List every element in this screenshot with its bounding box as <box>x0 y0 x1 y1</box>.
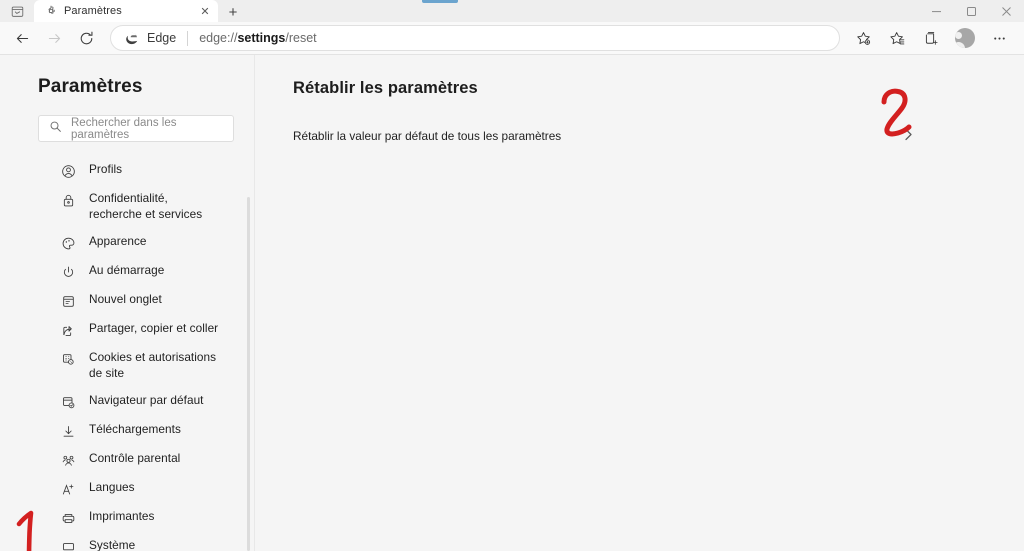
search-input[interactable]: Rechercher dans les paramètres <box>38 115 234 142</box>
sidebar-item-imprimantes[interactable]: Imprimantes <box>20 503 234 532</box>
sidebar-item-cookies[interactable]: Cookies et autorisations de site <box>20 344 234 387</box>
sidebar-item-label: Système <box>89 538 136 551</box>
tab-search-button[interactable] <box>0 0 34 22</box>
sidebar-item-telechargements[interactable]: Téléchargements <box>20 416 234 445</box>
sidebar-item-apparence[interactable]: Apparence <box>20 228 234 257</box>
back-arrow-icon[interactable] <box>6 24 38 52</box>
tab-strip-drag-area <box>246 0 919 22</box>
sidebar-item-navigateur-par-defaut[interactable]: Navigateur par défaut <box>20 387 234 416</box>
url-prefix: edge:// <box>199 31 238 45</box>
sidebar-item-label: Cookies et autorisations de site <box>89 350 217 380</box>
search-wrapper: Rechercher dans les paramètres <box>0 98 254 142</box>
reset-all-settings-label: Rétablir la valeur par défaut de tous le… <box>293 128 562 143</box>
close-icon[interactable]: ✕ <box>198 4 212 18</box>
url-host: settings <box>237 31 286 45</box>
cookie-icon <box>60 351 76 367</box>
toolbar-right-buttons <box>846 24 1016 52</box>
profile-avatar[interactable] <box>948 24 982 52</box>
search-placeholder: Rechercher dans les paramètres <box>71 116 177 141</box>
main-content: Rétablir les paramètres Rétablir la vale… <box>255 55 1024 551</box>
url-path: /reset <box>285 31 317 45</box>
sidebar-item-label: Téléchargements <box>89 422 181 436</box>
window-controls <box>919 0 1024 22</box>
printer-icon <box>60 510 76 526</box>
add-favorite-icon[interactable] <box>846 24 880 52</box>
window-snap-hint <box>422 0 458 3</box>
settings-and-more-icon[interactable] <box>982 24 1016 52</box>
address-bar[interactable]: Edge edge://settings/reset <box>110 25 840 51</box>
gear-icon <box>44 5 57 18</box>
forward-arrow-icon <box>38 24 70 52</box>
sidebar-item-nouvel-onglet[interactable]: Nouvel onglet <box>20 286 234 315</box>
sidebar-item-label: Imprimantes <box>89 509 155 523</box>
sidebar-item-label: Au démarrage <box>89 263 165 277</box>
main-heading: Rétablir les paramètres <box>293 79 478 97</box>
download-icon <box>60 423 76 439</box>
search-icon <box>49 120 62 138</box>
sidebar-item-au-demarrage[interactable]: Au démarrage <box>20 257 234 286</box>
tab-title: Paramètres <box>64 5 122 17</box>
tab-strip: Paramètres ✕ + <box>0 0 1024 22</box>
default-browser-icon <box>60 394 76 410</box>
sidebar-item-profils[interactable]: Profils <box>20 156 234 185</box>
sidebar-item-label: Nouvel onglet <box>89 292 162 306</box>
sidebar-scrollbar[interactable] <box>247 197 250 551</box>
sidebar-item-label: Contrôle parental <box>89 451 181 465</box>
sidebar-item-label: Partager, copier et coller <box>89 321 219 335</box>
settings-sidebar: Paramètres Rechercher dans les paramètre… <box>0 55 255 551</box>
page-title: Paramètres <box>38 76 143 97</box>
sidebar-item-label: Langues <box>89 480 135 494</box>
edge-logo-icon <box>123 30 139 46</box>
palette-icon <box>60 235 76 251</box>
omnibox-url[interactable]: edge://settings/reset <box>199 31 316 45</box>
browser-toolbar: Edge edge://settings/reset <box>0 22 1024 55</box>
sidebar-item-controle-parental[interactable]: Contrôle parental <box>20 445 234 474</box>
sidebar-item-systeme[interactable]: Système <box>20 532 234 551</box>
sidebar-item-label: Profils <box>89 162 123 176</box>
omnibox-separator <box>187 30 189 46</box>
sidebar-item-label: Confidentialité, recherche et services <box>89 191 203 221</box>
reset-all-settings-row[interactable]: Rétablir la valeur par défaut de tous le… <box>293 121 913 150</box>
chevron-right-icon[interactable] <box>904 128 913 143</box>
sidebar-item-partager-copier-coller[interactable]: Partager, copier et coller <box>20 315 234 344</box>
maximize-icon[interactable] <box>954 0 989 22</box>
system-icon <box>60 539 76 551</box>
profile-icon <box>60 163 76 179</box>
refresh-icon[interactable] <box>70 24 102 52</box>
tab-parametres[interactable]: Paramètres ✕ <box>34 0 218 22</box>
omnibox-brand-label: Edge <box>147 31 177 45</box>
sidebar-item-confidentialite[interactable]: Confidentialité, recherche et services <box>20 185 234 228</box>
avatar <box>955 28 975 48</box>
lock-icon <box>60 192 76 208</box>
family-icon <box>60 452 76 468</box>
language-icon <box>60 481 76 497</box>
power-icon <box>60 264 76 280</box>
new-tab-button[interactable]: + <box>220 2 246 22</box>
newtab-icon <box>60 293 76 309</box>
sidebar-item-langues[interactable]: Langues <box>20 474 234 503</box>
minimize-icon[interactable] <box>919 0 954 22</box>
collections-icon[interactable] <box>914 24 948 52</box>
sidebar-item-label: Apparence <box>89 234 147 248</box>
page-body: Paramètres Rechercher dans les paramètre… <box>0 55 1024 551</box>
share-icon <box>60 322 76 338</box>
settings-nav: Profils Confidentialité, recherche et se… <box>0 156 254 551</box>
close-icon[interactable] <box>989 0 1024 22</box>
sidebar-item-label: Navigateur par défaut <box>89 393 204 407</box>
favorites-icon[interactable] <box>880 24 914 52</box>
